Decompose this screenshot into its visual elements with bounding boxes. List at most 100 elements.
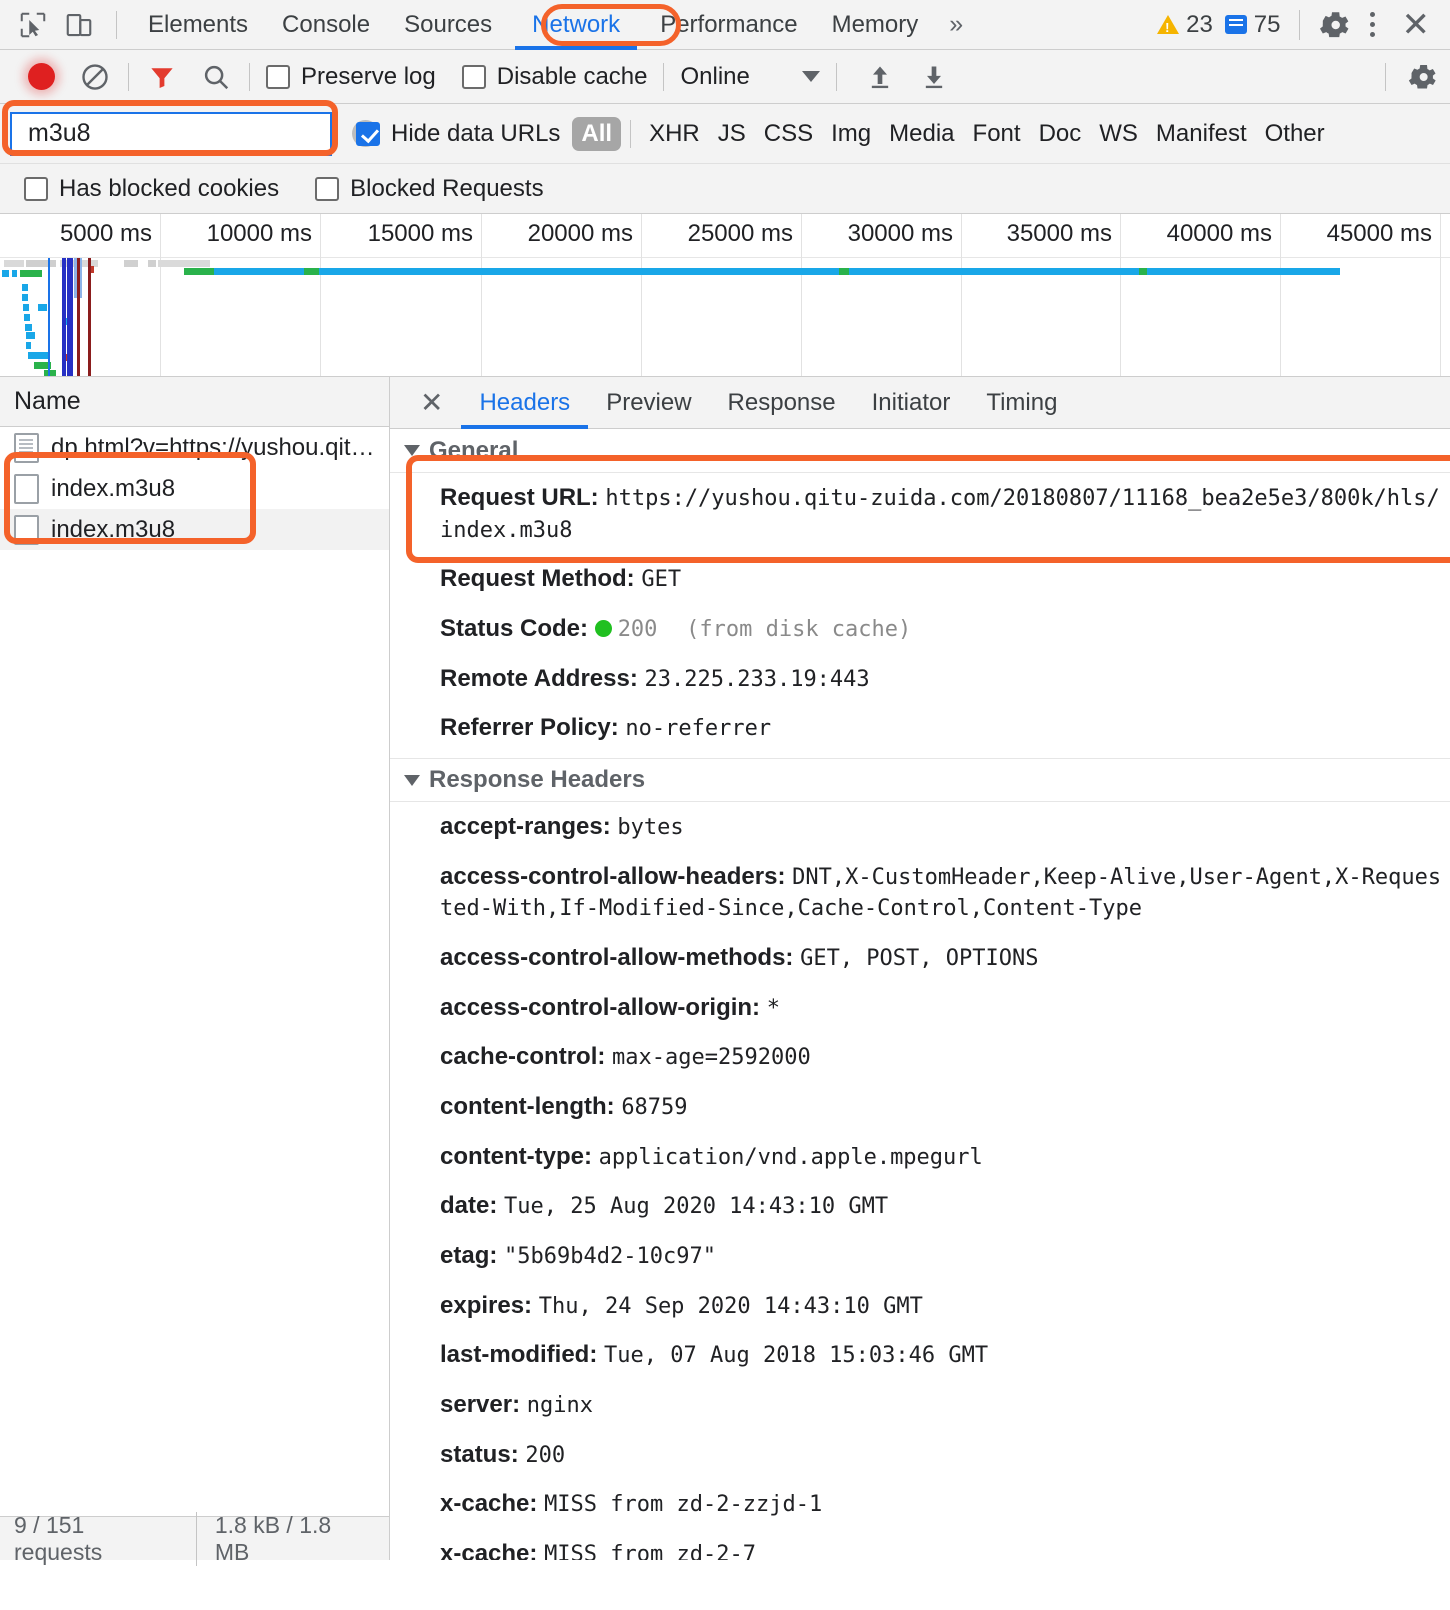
more-tabs-icon[interactable]: » [935, 10, 977, 39]
overview-tick-25000: 25000 ms [687, 220, 793, 247]
filter-type-js[interactable]: JS [709, 116, 755, 152]
tab-timing[interactable]: Timing [968, 377, 1075, 429]
section-response-headers[interactable]: Response Headers [390, 758, 1450, 803]
filter-type-img[interactable]: Img [822, 116, 880, 152]
document-icon [14, 432, 39, 463]
network-settings-icon[interactable] [1396, 55, 1450, 99]
filter-type-other[interactable]: Other [1256, 116, 1334, 152]
header-key: x-cache: [440, 1490, 538, 1518]
warnings-count: 23 [1186, 10, 1213, 38]
tab-initiator[interactable]: Initiator [854, 377, 969, 429]
request-name: index.m3u8 [51, 474, 176, 502]
table-row[interactable]: dp.html?v=https://yushou.qit… [0, 427, 389, 468]
tab-network[interactable]: Network [515, 0, 637, 50]
header-key: content-type: [440, 1142, 592, 1170]
table-row[interactable]: index.m3u8 [0, 468, 389, 509]
request-rows: dp.html?v=https://yushou.qit… index.m3u8… [0, 427, 389, 1516]
section-general-title: General [429, 436, 519, 464]
status-transferred-size: 1.8 kB / 1.8 MB [195, 1511, 389, 1566]
header-key: content-length: [440, 1093, 615, 1121]
header-key: expires: [440, 1291, 533, 1319]
section-general[interactable]: General [390, 429, 1450, 473]
header-key: status: [440, 1440, 519, 1468]
referrer-policy-value: no-referrer [625, 716, 772, 742]
list-item: cache-control: max-age=2592000 [390, 1032, 1450, 1082]
request-list-status-bar: 9 / 151 requests 1.8 kB / 1.8 MB [0, 1511, 389, 1566]
filter-type-divider [630, 119, 632, 148]
record-button[interactable] [14, 55, 68, 99]
tab-headers[interactable]: Headers [461, 377, 588, 429]
filter-bar: ✕ Hide data URLs All XHR JS CSS Img Medi… [0, 104, 1450, 164]
messages-counter[interactable]: 75 [1224, 11, 1281, 39]
tab-response[interactable]: Response [710, 377, 854, 429]
list-item: content-length: 68759 [390, 1082, 1450, 1132]
filter-type-doc[interactable]: Doc [1030, 116, 1091, 152]
header-key: date: [440, 1192, 498, 1220]
remote-address-key: Remote Address: [440, 664, 638, 692]
tab-sources[interactable]: Sources [387, 0, 509, 50]
close-devtools-icon[interactable]: ✕ [1394, 5, 1439, 45]
has-blocked-cookies-label: Has blocked cookies [59, 174, 280, 202]
list-item: x-cache: MISS from zd-2-7 [390, 1529, 1450, 1560]
request-name: dp.html?v=https://yushou.qit… [51, 433, 375, 461]
list-item: expires: Thu, 24 Sep 2020 14:43:10 GMT [390, 1281, 1450, 1331]
request-method-value: GET [641, 567, 682, 593]
request-list-header[interactable]: Name [0, 377, 389, 427]
general-request-method: Request Method: GET [390, 554, 1450, 604]
tab-memory[interactable]: Memory [815, 0, 936, 50]
manifest-icon [14, 514, 39, 545]
blocked-requests-box [315, 176, 340, 201]
devtools-tab-bar: Elements Console Sources Network Perform… [0, 0, 1450, 50]
actions-divider [1298, 9, 1300, 40]
clear-button[interactable] [68, 55, 122, 99]
filter-type-xhr[interactable]: XHR [640, 116, 709, 152]
warnings-counter[interactable]: 23 [1157, 11, 1213, 39]
has-blocked-cookies-checkbox[interactable]: Has blocked cookies [24, 175, 279, 203]
more-options-icon[interactable] [1358, 12, 1388, 37]
general-referrer-policy: Referrer Policy: no-referrer [390, 703, 1450, 758]
chevron-down-icon [404, 445, 420, 456]
network-overview[interactable]: 5000 ms 10000 ms 15000 ms 20000 ms 25000… [0, 214, 1450, 377]
settings-gear-icon[interactable] [1318, 8, 1352, 42]
overview-waterfall [0, 258, 1450, 376]
status-ok-icon [594, 620, 612, 638]
overview-tick-10000: 10000 ms [206, 220, 312, 247]
export-har-icon[interactable] [907, 55, 961, 99]
toolbar-divider-2 [128, 62, 129, 91]
header-value: nginx [526, 1393, 593, 1419]
overview-tick-30000: 30000 ms [847, 220, 953, 247]
table-row[interactable]: index.m3u8 [0, 509, 389, 550]
tab-preview[interactable]: Preview [588, 377, 709, 429]
filter-button[interactable] [135, 55, 189, 99]
tab-performance[interactable]: Performance [643, 0, 814, 50]
has-blocked-cookies-box [24, 176, 48, 201]
hide-data-urls-checkbox[interactable]: Hide data URLs [356, 120, 560, 148]
filter-type-all[interactable]: All [572, 116, 622, 151]
status-code-value: 200 [617, 617, 658, 643]
tab-elements[interactable]: Elements [131, 0, 265, 50]
filter-type-media[interactable]: Media [880, 116, 963, 152]
disable-cache-checkbox[interactable]: Disable cache [461, 63, 647, 91]
header-value: application/vnd.apple.mpegurl [598, 1144, 983, 1170]
header-value: MISS from zd-2-zzjd-1 [544, 1492, 823, 1518]
blocked-requests-checkbox[interactable]: Blocked Requests [315, 175, 544, 203]
request-url-key: Request URL: [440, 484, 599, 511]
preserve-log-label: Preserve log [301, 62, 436, 90]
close-detail-icon[interactable]: ✕ [402, 386, 461, 419]
filter-type-font[interactable]: Font [964, 116, 1030, 152]
disable-cache-box [461, 64, 486, 89]
tab-console[interactable]: Console [265, 0, 387, 50]
inspect-element-icon[interactable] [10, 4, 56, 46]
throttling-value: Online [680, 62, 750, 90]
filter-input[interactable] [26, 118, 352, 149]
filter-type-manifest[interactable]: Manifest [1147, 116, 1256, 152]
filter-input-wrapper[interactable]: ✕ [10, 111, 379, 156]
preserve-log-checkbox[interactable]: Preserve log [266, 63, 436, 91]
filter-type-ws[interactable]: WS [1090, 116, 1147, 152]
filter-type-css[interactable]: CSS [755, 116, 822, 152]
device-toolbar-icon[interactable] [56, 4, 102, 46]
throttling-select[interactable]: Online [680, 62, 820, 91]
search-button[interactable] [189, 55, 243, 99]
overview-tick-45000: 45000 ms [1326, 220, 1432, 247]
import-har-icon[interactable] [853, 55, 907, 99]
